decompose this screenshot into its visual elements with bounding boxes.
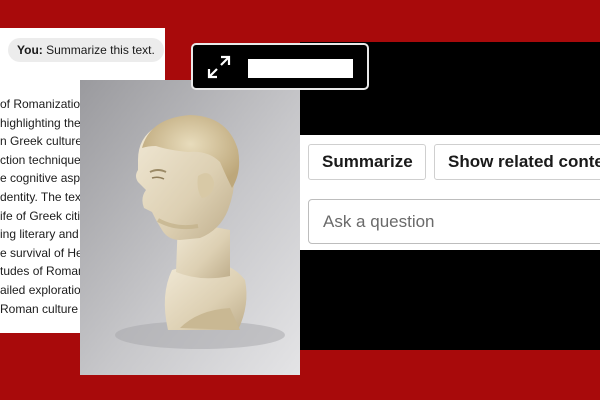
ask-question-input[interactable]: Ask a question	[308, 199, 600, 244]
message-text: Summarize this text.	[46, 43, 155, 57]
bust-photo	[80, 80, 300, 375]
floating-toolbar	[191, 43, 369, 90]
summarize-button[interactable]: Summarize	[308, 144, 426, 180]
user-message-bubble: You: Summarize this text.	[8, 38, 164, 62]
message-speaker: You:	[17, 43, 43, 57]
show-related-content-button[interactable]: Show related conte	[434, 144, 600, 180]
toolbar-input-field[interactable]	[248, 59, 353, 78]
expand-icon[interactable]	[207, 55, 231, 79]
